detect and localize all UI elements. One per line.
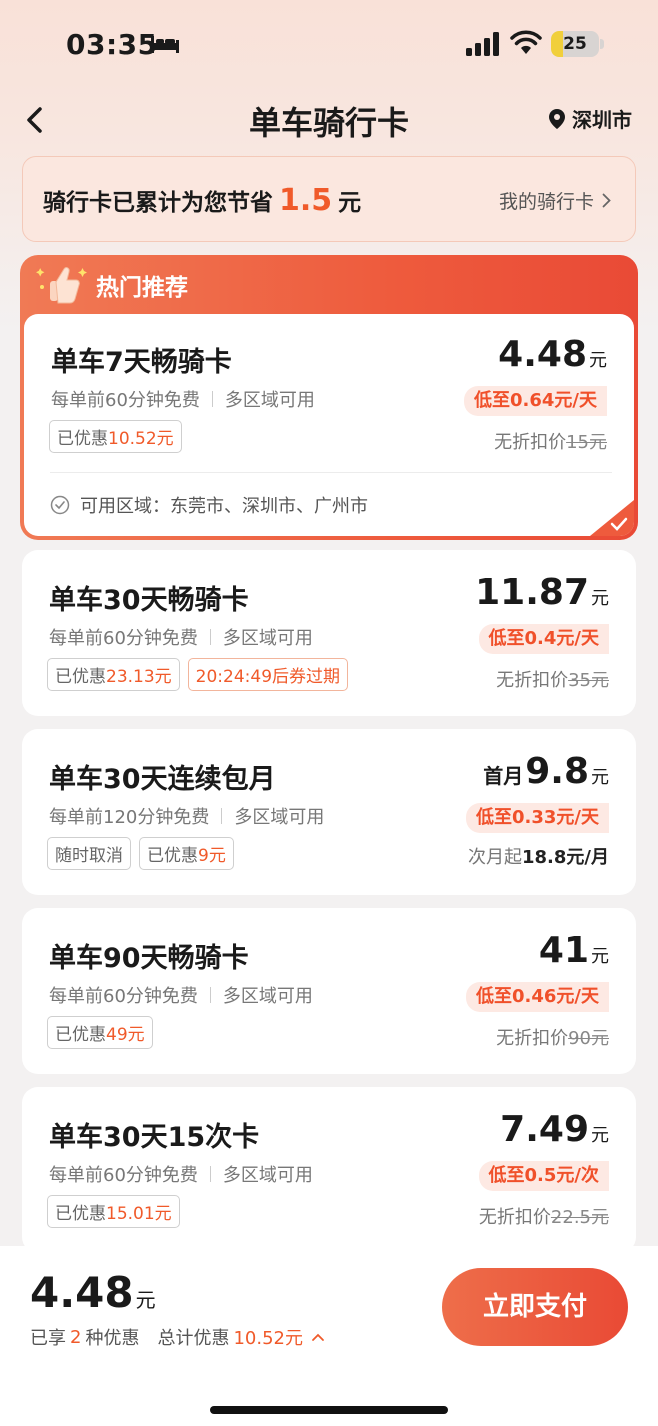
wifi-icon [510,30,542,54]
benefit-free-minutes: 每单前60分钟免费 [49,628,198,649]
card-benefits: 每单前60分钟免费 多区域可用 [49,1161,313,1187]
total-price-value: 4.48 [30,1268,134,1317]
price-prefix: 首月 [483,764,524,788]
card-title: 单车7天畅骑卡 [51,347,232,378]
discount-tag: 已优惠23.13元 [47,658,180,691]
original-price: 无折扣价90元 [496,1028,609,1049]
price-value: 7.49 [500,1109,589,1150]
card-tags: 已优惠10.52元 [49,420,182,453]
selected-check-icon [590,500,634,536]
checkout-bar: 4.48 元 已享 2 种优惠 总计优惠 10.52元 立即支付 [0,1246,658,1426]
price-value: 4.48 [498,334,587,375]
battery-tip [600,39,604,49]
per-day-badge: 低至0.64元/天 [464,386,607,416]
home-indicator [210,1406,448,1414]
divider [50,472,612,473]
benefit-multi-area: 多区域可用 [222,628,313,649]
bed-icon [151,36,179,53]
benefit-free-minutes: 每单前60分钟免费 [49,1165,198,1186]
benefit-multi-area: 多区域可用 [222,1165,313,1186]
pay-now-button[interactable]: 立即支付 [442,1268,628,1346]
next-month-price: 次月起18.8元/月 [468,847,609,868]
card-15times[interactable]: 单车30天15次卡 每单前60分钟免费 多区域可用 已优惠15.01元 7.49 元… [22,1087,636,1253]
hot-header: 热门推荐 [36,263,188,307]
check-circle-icon [50,495,70,515]
savings-prefix: 骑行卡已累计为您节省 [43,190,273,216]
card-price: 11.87 元 [475,572,609,613]
per-day-badge: 低至0.5元/次 [478,1161,609,1191]
card-title: 单车30天15次卡 [49,1122,260,1153]
card-tags: 随时取消 已优惠9元 [47,837,234,870]
savings-banner: 骑行卡已累计为您节省 1.5 元 我的骑行卡 [22,156,636,242]
savings-unit: 元 [338,190,362,216]
my-cards-label: 我的骑行卡 [498,191,594,213]
savings-amount: 1.5 [279,183,333,218]
card-price: 首月 9.8 元 [483,751,609,792]
discount-tag: 已优惠9元 [139,837,234,870]
original-price: 无折扣价22.5元 [478,1207,609,1228]
per-day-badge: 低至0.4元/天 [478,624,609,654]
card-title: 单车30天连续包月 [49,764,276,795]
card-7day[interactable]: 单车7天畅骑卡 每单前60分钟免费 多区域可用 已优惠10.52元 4.48 元 低… [24,314,634,536]
card-monthly[interactable]: 单车30天连续包月 每单前120分钟免费 多区域可用 随时取消 已优惠9元 首月 9… [22,729,636,895]
discount-tag: 已优惠15.01元 [47,1195,180,1228]
chevron-up-icon [312,1333,324,1341]
hot-title: 热门推荐 [96,275,188,301]
city-label: 深圳市 [572,108,632,132]
card-title: 单车90天畅骑卡 [49,943,249,974]
benefit-free-minutes: 每单前60分钟免费 [49,986,198,1007]
discount-summary[interactable]: 已享 2 种优惠 总计优惠 10.52元 [30,1324,325,1350]
chevron-right-icon [602,193,611,208]
card-benefits: 每单前60分钟免费 多区域可用 [49,982,313,1008]
benefit-free-minutes: 每单前120分钟免费 [49,807,210,828]
card-title: 单车30天畅骑卡 [49,585,249,616]
benefit-multi-area: 多区域可用 [224,390,315,411]
price-value: 41 [538,930,589,971]
coupon-expiry-tag: 20:24:49后券过期 [187,658,349,691]
location-pin-icon [549,108,565,129]
per-day-badge: 低至0.46元/天 [466,982,609,1012]
status-time: 03:35 [66,28,158,61]
per-day-badge: 低至0.33元/天 [466,803,609,833]
original-price: 无折扣价15元 [494,432,607,453]
area-text: 可用区域：东莞市、深圳市、广州市 [80,496,368,517]
card-benefits: 每单前60分钟免费 多区域可用 [51,386,315,412]
nav-bar: 单车骑行卡 深圳市 [0,90,658,150]
battery-indicator: 25 [551,31,599,57]
thumbs-up-icon [36,267,87,304]
card-price: 41 元 [538,930,609,971]
card-tags: 已优惠23.13元 20:24:49后券过期 [47,658,349,691]
discount-tag: 已优惠10.52元 [49,420,182,453]
card-90day[interactable]: 单车90天畅骑卡 每单前60分钟免费 多区域可用 已优惠49元 41 元 低至0.4… [22,908,636,1074]
card-tags: 已优惠49元 [47,1016,153,1049]
card-30day[interactable]: 单车30天畅骑卡 每单前60分钟免费 多区域可用 已优惠23.13元 20:24:… [22,550,636,716]
signal-icon [466,32,499,56]
card-price: 4.48 元 [498,334,607,375]
benefit-multi-area: 多区域可用 [234,807,325,828]
discount-tag: 已优惠49元 [47,1016,153,1049]
price-value: 9.8 [525,751,589,792]
benefit-free-minutes: 每单前60分钟免费 [51,390,200,411]
hot-recommend-section: 热门推荐 单车7天畅骑卡 每单前60分钟免费 多区域可用 已优惠10.52元 4.… [20,255,638,540]
savings-summary: 骑行卡已累计为您节省 1.5 元 [43,183,361,218]
available-area: 可用区域：东莞市、深圳市、广州市 [50,492,368,518]
battery-percent: 25 [563,34,587,54]
card-tags: 已优惠15.01元 [47,1195,180,1228]
city-selector[interactable]: 深圳市 [548,104,632,133]
card-price: 7.49 元 [500,1109,609,1150]
cancel-anytime-tag: 随时取消 [47,837,131,870]
card-benefits: 每单前60分钟免费 多区域可用 [49,624,313,650]
benefit-multi-area: 多区域可用 [222,986,313,1007]
price-value: 11.87 [475,572,589,613]
card-benefits: 每单前120分钟免费 多区域可用 [49,803,324,829]
original-price: 无折扣价35元 [496,670,609,691]
status-bar: 03:35 25 [0,0,658,90]
total-price: 4.48 元 [30,1268,156,1317]
my-cards-link[interactable]: 我的骑行卡 [499,187,611,214]
